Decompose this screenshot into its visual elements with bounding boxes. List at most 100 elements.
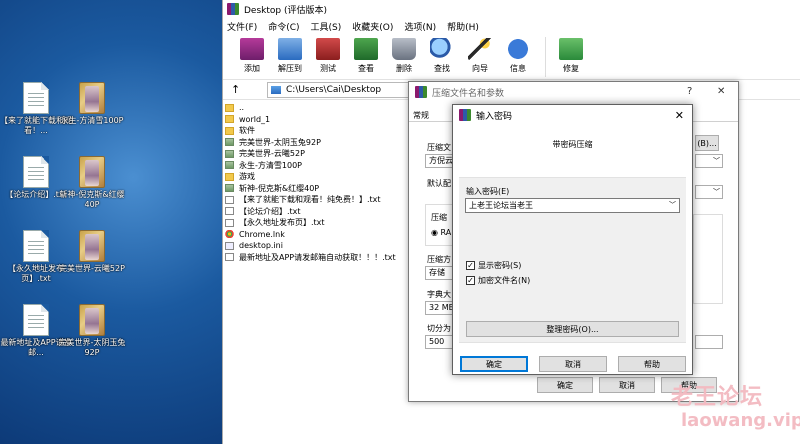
toolbar-button-label: 查看 xyxy=(358,64,374,73)
toolbar-button[interactable]: 删除 xyxy=(387,34,421,74)
file-name: 完美世界-太阴玉兔92P xyxy=(239,137,321,147)
file-row[interactable]: 【论坛介绍】.txt xyxy=(223,206,413,218)
title-bar: Desktop (评估版本) xyxy=(223,0,800,18)
toolbar-button[interactable]: 信息 xyxy=(501,34,535,74)
password-input[interactable]: 上老王论坛当老王 ﹀ xyxy=(465,198,680,213)
archive-name-label: 压缩文 xyxy=(427,143,451,152)
password-heading: 带密码压缩 xyxy=(552,140,593,149)
file-row[interactable]: 【来了就能下载和观看！纯免费！】.txt xyxy=(223,194,413,206)
show-password-checkbox[interactable]: ✓ 显示密码(S) xyxy=(466,260,521,271)
file-row[interactable]: world_1 xyxy=(223,114,413,126)
file-name: 斩神-倪克斯&红缨40P xyxy=(239,183,320,193)
split-unit-dropdown[interactable] xyxy=(695,335,723,349)
menu-item[interactable]: 选项(N) xyxy=(404,20,436,33)
rar-format-radio[interactable]: ◉ RA xyxy=(431,228,451,237)
toolbar-button-label: 解压到 xyxy=(278,64,302,73)
archive-cancel-button[interactable]: 取消 xyxy=(599,377,655,393)
organize-passwords-button[interactable]: 整理密码(O)... xyxy=(466,321,679,337)
archive-ok-button[interactable]: 确定 xyxy=(537,377,593,393)
checkbox-check-icon: ✓ xyxy=(466,276,475,285)
desktop-icon[interactable]: 完美世界-云曦52P xyxy=(56,230,128,274)
desktop-icon-label: 完美世界-太阴玉兔92P xyxy=(58,338,126,357)
menu-item[interactable]: 文件(F) xyxy=(227,20,257,33)
password-dialog-titlebar: 输入密码 xyxy=(453,105,692,125)
watermark-url: laowang.vip xyxy=(681,410,800,431)
options-group xyxy=(693,214,723,304)
file-row[interactable]: .. xyxy=(223,102,413,114)
close-icon[interactable]: ✕ xyxy=(675,109,684,122)
drive-icon xyxy=(271,85,281,94)
file-row[interactable]: desktop.ini xyxy=(223,240,413,252)
toolbar-button-label: 测试 xyxy=(320,64,336,73)
encrypt-filenames-checkbox[interactable]: ✓ 加密文件名(N) xyxy=(466,275,530,286)
toolbar-button[interactable]: 查找 xyxy=(425,34,459,74)
menu-item[interactable]: 收藏夹(O) xyxy=(352,20,393,33)
password-ok-button[interactable]: 确定 xyxy=(460,356,528,372)
desktop-icon-label: 完美世界-云曦52P xyxy=(59,264,125,273)
split-size-value: 500 xyxy=(429,337,445,346)
file-row[interactable]: 完美世界-太阴玉兔92P xyxy=(223,137,413,149)
tab-general[interactable]: 常规 xyxy=(413,110,429,121)
file-name: Chrome.lnk xyxy=(239,229,285,239)
archive-icon xyxy=(225,184,234,193)
close-icon[interactable]: ✕ xyxy=(717,86,725,97)
test-icon xyxy=(316,38,340,60)
file-name: .. xyxy=(239,103,245,113)
toolbar-button-label: 修复 xyxy=(563,64,579,73)
toolbar-button[interactable]: 解压到 xyxy=(273,34,307,74)
file-row[interactable]: 【永久地址发布页】.txt xyxy=(223,217,413,229)
toolbar-button[interactable]: 向导 xyxy=(463,34,497,74)
chevron-down-icon: ﹀ xyxy=(713,157,720,165)
password-label: 输入密码(E) xyxy=(466,187,510,196)
up-arrow-icon[interactable]: ↑ xyxy=(231,83,245,96)
text-file-icon xyxy=(225,207,234,216)
rar-format-label: RA xyxy=(440,228,452,237)
file-row[interactable]: 永生-方清雪100P xyxy=(223,160,413,172)
toolbar-button-label: 向导 xyxy=(472,64,488,73)
file-name: 【来了就能下载和观看！纯免费！】.txt xyxy=(239,195,381,205)
desktop-icon[interactable]: 永生-方清雪100P xyxy=(56,82,128,126)
checkbox-check-icon: ✓ xyxy=(466,261,475,270)
desktop-icon[interactable]: 斩神-倪克斯&红缨40P xyxy=(56,156,128,210)
profile-dropdown[interactable]: ﹀ xyxy=(695,185,723,199)
toolbar-button[interactable]: 测试 xyxy=(311,34,345,74)
browse-button[interactable]: (B)... xyxy=(695,135,719,151)
toolbar-button[interactable]: 查看 xyxy=(349,34,383,74)
folder-icon xyxy=(225,126,234,135)
file-name: 游戏 xyxy=(239,172,255,182)
text-file-icon xyxy=(225,195,234,204)
toolbar-button[interactable]: 添加 xyxy=(235,34,269,74)
file-row[interactable]: 最新地址及APP请发邮箱自动获取！！！.txt xyxy=(223,252,413,264)
menu-item[interactable]: 帮助(H) xyxy=(447,20,479,33)
menu-item[interactable]: 工具(S) xyxy=(311,20,342,33)
winrar-logo-icon xyxy=(459,109,471,121)
method-label: 压缩方 xyxy=(427,255,451,264)
settings-file-icon xyxy=(225,241,234,250)
chevron-down-icon: ﹀ xyxy=(713,188,720,196)
folder-icon xyxy=(225,172,234,181)
text-file-icon xyxy=(23,304,49,336)
password-dialog: 输入密码 ✕ 带密码压缩 输入密码(E) 上老王论坛当老王 ﹀ ✓ 显示密码(S… xyxy=(452,104,693,375)
file-row[interactable]: 斩神-倪克斯&红缨40P xyxy=(223,183,413,195)
file-name: world_1 xyxy=(239,114,271,124)
folder-icon xyxy=(225,103,234,112)
dictionary-label: 字典大 xyxy=(427,290,451,299)
desktop-icon-label: 斩神-倪克斯&红缨40P xyxy=(59,190,125,209)
password-help-button[interactable]: 帮助 xyxy=(618,356,686,372)
archive-dialog-title: 压缩文件名和参数 xyxy=(432,88,505,99)
password-cancel-button[interactable]: 取消 xyxy=(539,356,607,372)
file-row[interactable]: 完美世界-云曦52P xyxy=(223,148,413,160)
desktop: 【来了就能下载和观看！... 永生-方清雪100P 【论坛介绍】.txt 斩神-倪克斯… xyxy=(0,0,222,444)
menu-item[interactable]: 命令(C) xyxy=(268,20,299,33)
address-field[interactable]: C:\Users\Cai\Desktop xyxy=(267,81,427,98)
help-icon[interactable]: ? xyxy=(687,86,692,97)
desktop-icon[interactable]: 完美世界-太阴玉兔92P xyxy=(56,304,128,358)
chrome-icon xyxy=(225,230,234,239)
file-row[interactable]: 游戏 xyxy=(223,171,413,183)
file-row[interactable]: Chrome.lnk xyxy=(223,229,413,241)
file-name: 软件 xyxy=(239,126,255,136)
password-dialog-title: 输入密码 xyxy=(476,111,513,122)
file-row[interactable]: 软件 xyxy=(223,125,413,137)
archive-name-dropdown[interactable]: ﹀ xyxy=(695,154,723,168)
toolbar-button[interactable]: 修复 xyxy=(554,34,588,74)
